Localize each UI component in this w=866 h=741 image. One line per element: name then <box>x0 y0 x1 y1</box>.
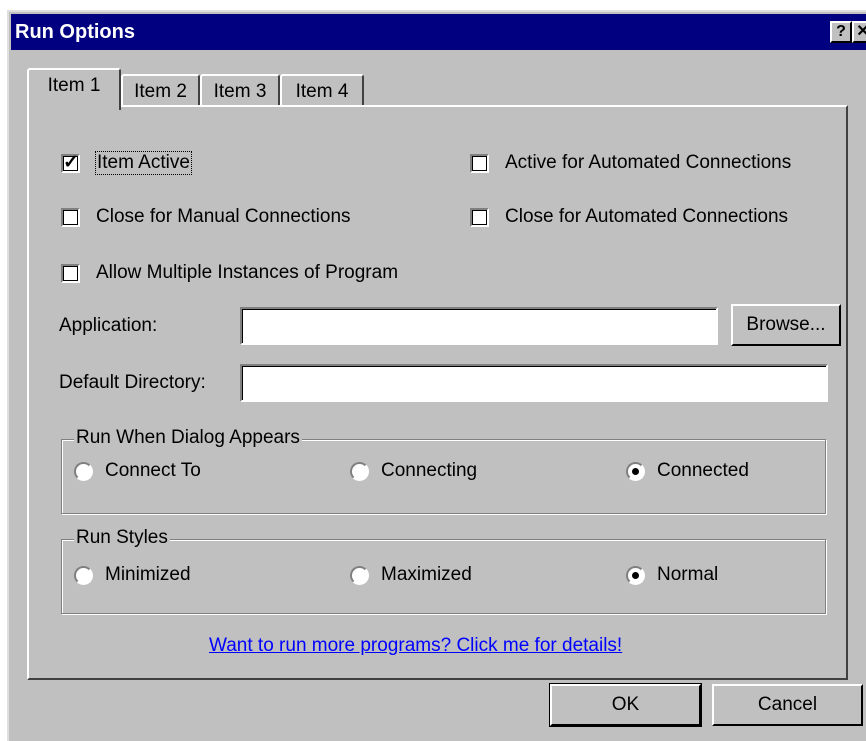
checkbox-box[interactable] <box>61 263 80 283</box>
close-manual-checkbox[interactable]: Close for Manual Connections <box>61 206 351 228</box>
help-button[interactable]: ? <box>830 21 852 43</box>
close-automated-checkbox[interactable]: Close for Automated Connections <box>470 206 788 228</box>
checkbox-label: Close for Manual Connections <box>96 206 351 227</box>
checkbox-box[interactable]: ✓ <box>61 151 80 173</box>
radio-circle[interactable] <box>350 461 369 481</box>
tab-panel: ✓ Item Active Active for Automated Conne… <box>27 105 848 680</box>
help-icon: ? <box>836 23 846 40</box>
checkmark-icon: ✓ <box>63 151 79 173</box>
tab-label: Item 2 <box>134 81 187 102</box>
radio-circle[interactable] <box>626 565 645 585</box>
radio-connect-to[interactable]: Connect To <box>74 460 201 482</box>
tab-label: Item 3 <box>213 81 267 102</box>
radio-label: Normal <box>657 564 719 585</box>
checkbox-box[interactable] <box>470 207 489 227</box>
close-icon: ✕ <box>856 23 866 40</box>
radio-connected[interactable]: Connected <box>626 460 749 482</box>
tab-label: Item 1 <box>47 75 101 96</box>
cancel-button[interactable]: Cancel <box>712 684 863 726</box>
application-input[interactable] <box>240 307 718 345</box>
run-styles-group: Run Styles Minimized Maximized Normal <box>61 527 826 614</box>
radio-label: Minimized <box>105 564 191 585</box>
title-bar[interactable]: Run Options ? ✕ <box>11 14 866 50</box>
application-label: Application: <box>59 315 158 336</box>
radio-minimized[interactable]: Minimized <box>74 564 191 586</box>
radio-label: Connected <box>657 460 749 481</box>
checkbox-box[interactable] <box>470 153 489 173</box>
window-title: Run Options <box>15 21 135 43</box>
radio-label: Connecting <box>381 460 478 481</box>
close-button[interactable]: ✕ <box>852 21 866 43</box>
radio-circle[interactable] <box>74 461 93 481</box>
run-when-group: Run When Dialog Appears Connect To Conne… <box>61 427 826 514</box>
checkbox-box[interactable] <box>61 207 80 227</box>
checkbox-label: Item Active <box>95 151 192 175</box>
tab-label: Item 4 <box>295 81 349 102</box>
radio-label: Maximized <box>381 564 472 585</box>
radio-normal[interactable]: Normal <box>626 564 718 586</box>
run-when-legend: Run When Dialog Appears <box>74 427 302 449</box>
ok-button-label: OK <box>611 694 640 715</box>
allow-multiple-checkbox[interactable]: Allow Multiple Instances of Program <box>61 262 398 284</box>
ok-button[interactable]: OK <box>549 683 702 727</box>
cancel-button-label: Cancel <box>757 694 818 715</box>
tab-item-1[interactable]: Item 1 <box>27 68 121 110</box>
default-directory-label: Default Directory: <box>59 372 206 393</box>
default-directory-input[interactable] <box>240 364 828 402</box>
radio-circle[interactable] <box>626 461 645 481</box>
radio-maximized[interactable]: Maximized <box>350 564 472 586</box>
radio-selected-dot <box>632 467 639 475</box>
run-styles-legend: Run Styles <box>74 527 170 549</box>
checkbox-label: Close for Automated Connections <box>505 206 789 227</box>
more-programs-link[interactable]: Want to run more programs? Click me for … <box>209 635 622 657</box>
checkbox-label: Active for Automated Connections <box>505 152 792 173</box>
checkbox-label: Allow Multiple Instances of Program <box>96 262 399 283</box>
radio-connecting[interactable]: Connecting <box>350 460 477 482</box>
radio-circle[interactable] <box>350 565 369 585</box>
browse-button[interactable]: Browse... <box>731 304 841 346</box>
run-options-dialog: Run Options ? ✕ Item 1 Item 2 Item 3 Ite… <box>7 10 866 741</box>
radio-label: Connect To <box>105 460 201 481</box>
item-active-checkbox[interactable]: ✓ Item Active <box>61 151 192 175</box>
radio-selected-dot <box>632 571 639 579</box>
radio-circle[interactable] <box>74 565 93 585</box>
browse-button-label: Browse... <box>746 314 826 335</box>
active-automated-checkbox[interactable]: Active for Automated Connections <box>470 152 791 174</box>
